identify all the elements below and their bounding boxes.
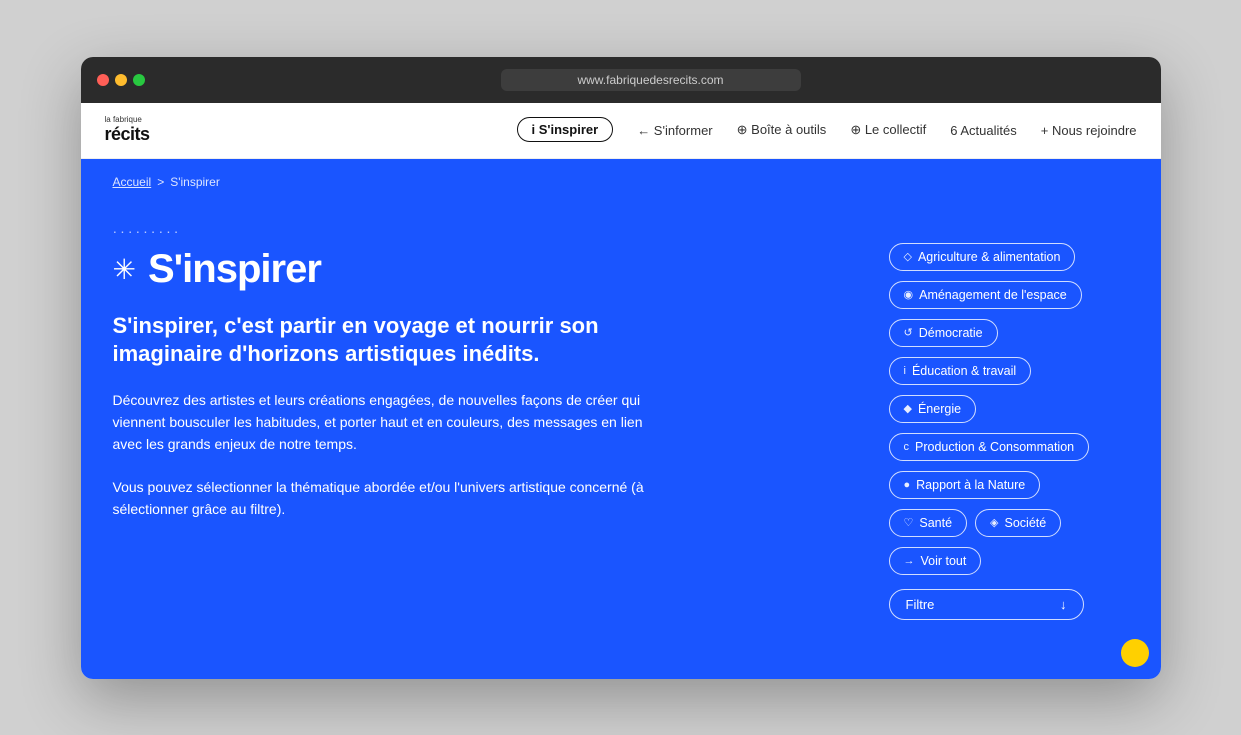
tag-education[interactable]: i Éducation & travail: [889, 357, 1032, 385]
dots-decoration: ·········: [113, 223, 849, 239]
tag-agriculture[interactable]: ◇ Agriculture & alimentation: [889, 243, 1076, 271]
nav-links: i S'inspirer ← S'informer ⊕ Boîte à outi…: [517, 121, 1137, 139]
tag-education-label: Éducation & travail: [912, 364, 1016, 378]
logo: la fabrique récits: [105, 116, 150, 145]
tag-democratie-label: Démocratie: [919, 326, 983, 340]
tag-amenagement[interactable]: ◉ Aménagement de l'espace: [889, 281, 1082, 309]
tag-energie-icon: ◆: [904, 402, 912, 415]
nav-item-inspirer[interactable]: i S'inspirer: [517, 121, 614, 139]
nav-link-boite[interactable]: ⊕ Boîte à outils: [737, 122, 827, 138]
navbar: la fabrique récits i S'inspirer ← S'info…: [81, 103, 1161, 159]
nav-item-informer[interactable]: ← S'informer: [637, 123, 712, 138]
nav-link-rejoindre[interactable]: + Nous rejoindre: [1041, 123, 1137, 138]
hero-description: Découvrez des artistes et leurs création…: [113, 389, 673, 456]
tag-agriculture-icon: ◇: [904, 250, 912, 263]
browser-dots: [97, 74, 145, 86]
tag-energie[interactable]: ◆ Énergie: [889, 395, 977, 423]
tag-amenagement-label: Aménagement de l'espace: [919, 288, 1067, 302]
breadcrumb-home[interactable]: Accueil: [113, 175, 152, 189]
nav-active-pill-inspirer[interactable]: i S'inspirer: [517, 117, 614, 142]
right-sidebar: ◇ Agriculture & alimentation ◉ Aménageme…: [889, 183, 1129, 639]
nav-link-informer[interactable]: ← S'informer: [637, 123, 712, 138]
breadcrumb-separator: >: [157, 175, 164, 189]
nav-link-collectif[interactable]: ⊕ Le collectif: [850, 122, 926, 138]
tag-production[interactable]: c Production & Consommation: [889, 433, 1090, 461]
nav-link-actualites[interactable]: 6 Actualités: [950, 123, 1017, 138]
tag-voir-tout-icon: →: [904, 555, 915, 567]
nav-item-boite[interactable]: ⊕ Boîte à outils: [737, 122, 827, 138]
tag-sante-icon: ♡: [904, 516, 914, 529]
tag-production-label: Production & Consommation: [915, 440, 1074, 454]
tag-rapport-label: Rapport à la Nature: [916, 478, 1025, 492]
tag-voir-tout[interactable]: → Voir tout: [889, 547, 982, 575]
tag-production-icon: c: [904, 441, 910, 453]
page-title-row: ✳ S'inspirer: [113, 247, 849, 292]
nav-item-rejoindre[interactable]: + Nous rejoindre: [1041, 123, 1137, 138]
dot-red[interactable]: [97, 74, 109, 86]
tag-amenagement-icon: ◉: [904, 288, 914, 301]
tag-democratie[interactable]: ↺ Démocratie: [889, 319, 998, 347]
filter-icon: ↓: [1060, 597, 1067, 612]
tag-societe-label: Société: [1005, 516, 1047, 530]
tag-sante-label: Santé: [919, 516, 952, 530]
filter-label: Filtre: [906, 597, 935, 612]
logo-main: récits: [105, 125, 150, 145]
tag-energie-label: Énergie: [918, 402, 961, 416]
star-icon: ✳: [113, 253, 136, 286]
breadcrumb: Accueil > S'inspirer: [113, 175, 220, 189]
dot-yellow[interactable]: [115, 74, 127, 86]
tag-education-icon: i: [904, 365, 906, 377]
tag-democratie-icon: ↺: [904, 326, 913, 339]
dot-green[interactable]: [133, 74, 145, 86]
tag-rapport[interactable]: ● Rapport à la Nature: [889, 471, 1041, 499]
page-title: S'inspirer: [148, 247, 321, 292]
breadcrumb-current: S'inspirer: [170, 175, 220, 189]
hero-note: Vous pouvez sélectionner la thématique a…: [113, 476, 673, 521]
browser-window: www.fabriquedesrecits.com la fabrique ré…: [81, 57, 1161, 679]
browser-chrome: www.fabriquedesrecits.com: [81, 57, 1161, 103]
yellow-dot: [1121, 639, 1149, 667]
filter-pill[interactable]: Filtre ↓: [889, 589, 1084, 620]
tag-rapport-icon: ●: [904, 479, 911, 491]
nav-item-actualites[interactable]: 6 Actualités: [950, 123, 1017, 138]
tag-sante[interactable]: ♡ Santé: [889, 509, 968, 537]
tag-societe[interactable]: ◈ Société: [975, 509, 1061, 537]
left-content: ········· ✳ S'inspirer S'inspirer, c'est…: [113, 183, 849, 639]
hero-subtitle: S'inspirer, c'est partir en voyage et no…: [113, 312, 693, 369]
page-content: Accueil > S'inspirer ········· ✳ S'inspi…: [81, 159, 1161, 679]
tags-row-small: ♡ Santé ◈ Société: [889, 509, 1129, 537]
tag-societe-icon: ◈: [990, 516, 998, 529]
nav-item-collectif[interactable]: ⊕ Le collectif: [850, 122, 926, 138]
tag-agriculture-label: Agriculture & alimentation: [918, 250, 1060, 264]
url-bar[interactable]: www.fabriquedesrecits.com: [501, 69, 801, 91]
tag-voir-tout-label: Voir tout: [921, 554, 967, 568]
